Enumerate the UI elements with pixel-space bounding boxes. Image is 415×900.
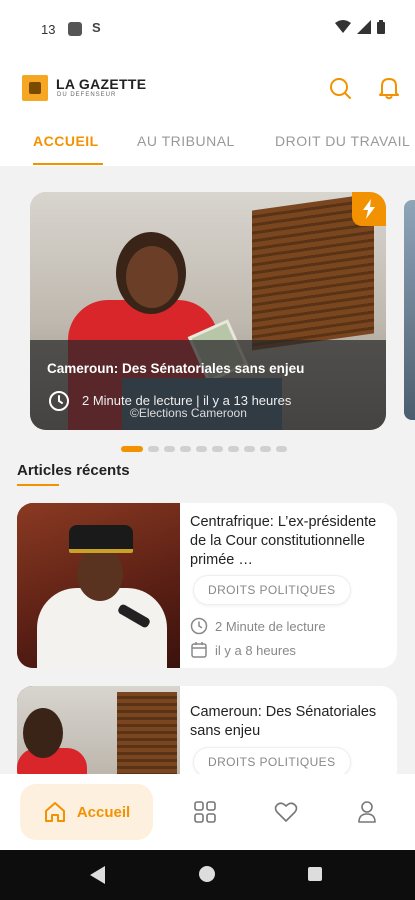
nav-favorites[interactable]	[272, 798, 300, 826]
logo-title: LA GAZETTE	[56, 76, 147, 92]
battery-icon	[377, 20, 385, 34]
published-text: il y a 8 heures	[215, 642, 296, 658]
featured-image-credit: ©Elections Cameroon	[130, 406, 247, 420]
clock-icon	[49, 391, 69, 411]
nav-categories[interactable]	[191, 798, 219, 826]
recent-apps-icon[interactable]	[308, 867, 322, 881]
section-title: Articles récents	[17, 462, 130, 479]
featured-article-title: Cameroun: Des Sénatoriales sans enjeu	[47, 361, 305, 376]
tab-accueil[interactable]: ACCUEIL	[33, 133, 99, 149]
carousel-dot[interactable]	[260, 446, 271, 452]
tab-indicator	[33, 163, 103, 165]
home-button-icon[interactable]	[199, 866, 215, 882]
bottom-navigation: Accueil	[0, 774, 415, 850]
logo-icon	[22, 75, 48, 101]
logo-subtitle: DU DEFENSEUR	[57, 92, 117, 98]
carousel-dot[interactable]	[244, 446, 255, 452]
nav-home-label: Accueil	[76, 803, 131, 821]
bell-icon	[379, 78, 399, 100]
article-read-time: 2 Minute de lecture	[190, 617, 326, 635]
search-button[interactable]	[326, 74, 354, 102]
article-thumbnail	[17, 503, 180, 668]
category-chip[interactable]: DROITS POLITIQUES	[193, 747, 351, 777]
search-icon	[330, 78, 351, 99]
next-featured-card-peek[interactable]	[404, 200, 415, 420]
carousel-dot[interactable]	[212, 446, 223, 452]
status-bar: 13 S	[0, 0, 415, 60]
nav-profile[interactable]	[353, 798, 381, 826]
carousel-dot[interactable]	[121, 446, 143, 452]
category-chip[interactable]: DROITS POLITIQUES	[193, 575, 351, 605]
heart-icon	[274, 802, 298, 822]
home-icon	[44, 802, 65, 822]
notification-s-icon: S	[92, 20, 101, 35]
calendar-icon	[191, 642, 207, 658]
section-title-underline	[17, 484, 59, 486]
carousel-indicator	[121, 446, 287, 452]
signal-icon	[357, 20, 371, 34]
article-title: Centrafrique: L’ex-présidente de la Cour…	[190, 514, 377, 568]
tab-au-tribunal[interactable]: AU TRIBUNAL	[137, 133, 235, 149]
tab-droit-du-travail[interactable]: DROIT DU TRAVAIL	[275, 133, 410, 149]
back-icon[interactable]	[90, 866, 106, 884]
featured-article-card[interactable]: Cameroun: Des Sénatoriales sans enjeu 2 …	[30, 192, 386, 430]
carousel-dot[interactable]	[164, 446, 175, 452]
clock-icon	[190, 617, 208, 635]
carousel-dot[interactable]	[228, 446, 239, 452]
system-navigation-bar	[0, 850, 415, 900]
app-bar: LA GAZETTE DU DEFENSEUR	[0, 60, 415, 116]
notifications-button[interactable]	[375, 74, 403, 102]
carousel-dot[interactable]	[276, 446, 287, 452]
read-time-text: 2 Minute de lecture	[215, 618, 326, 634]
article-thumbnail	[17, 686, 180, 786]
flash-icon	[363, 199, 375, 219]
flash-badge	[352, 192, 386, 226]
article-published: il y a 8 heures	[190, 641, 296, 659]
article-card[interactable]: Centrafrique: L’ex-présidente de la Cour…	[17, 503, 397, 668]
grid-icon	[194, 801, 216, 823]
status-time: 13	[41, 22, 56, 37]
category-tabs: ACCUEIL AU TRIBUNAL DROIT DU TRAVAIL	[0, 116, 415, 166]
article-card[interactable]: Cameroun: Des Sénatoriales sans enjeu DR…	[17, 686, 397, 786]
carousel-dot[interactable]	[196, 446, 207, 452]
status-icons	[335, 20, 385, 34]
wifi-icon	[335, 20, 351, 33]
profile-icon	[358, 801, 376, 823]
carousel-dot[interactable]	[180, 446, 191, 452]
carousel-dot[interactable]	[148, 446, 159, 452]
article-title: Cameroun: Des Sénatoriales sans enjeu	[190, 704, 377, 739]
notification-icon	[68, 22, 82, 36]
nav-home[interactable]: Accueil	[20, 784, 153, 840]
